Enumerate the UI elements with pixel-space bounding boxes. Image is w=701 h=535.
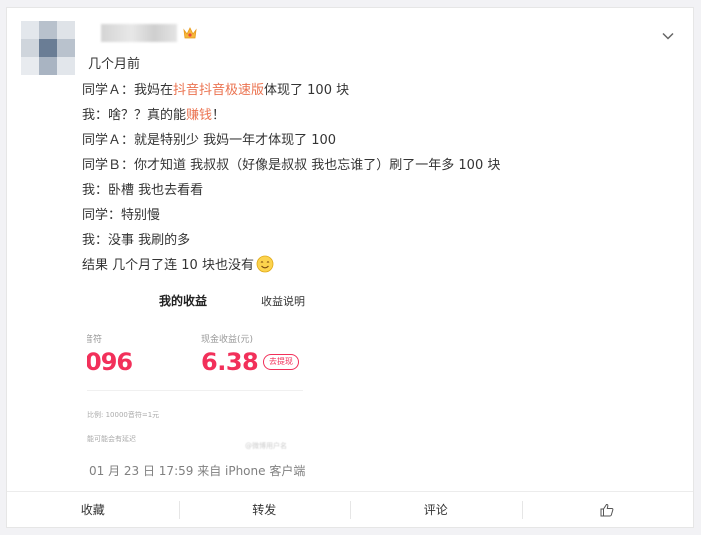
post-text-span: ！ [212, 108, 226, 123]
divider [87, 390, 303, 391]
post-meta[interactable]: 01 月 23 日 17:59 来自 iPhone 客户端 [89, 462, 305, 479]
post-text-span: 我：卧槽 我也去看看 [82, 183, 204, 198]
topic-link[interactable]: 抖音抖音极速版 [173, 83, 264, 98]
post-text-span: 同学Ｂ：你才知道 我叔叔（好像是叔叔 我也忘谁了）刷了一年多 100 块 [82, 158, 501, 173]
favorite-button[interactable]: 收藏 [7, 492, 179, 527]
post-line: 同学Ａ：就是特别少 我妈一年才体现了 100 [82, 128, 682, 153]
post-text-span: 同学Ａ：我妈在 [82, 83, 174, 98]
withdraw-pill: 去提现 [263, 354, 299, 370]
post-text-span: 同学Ａ：就是特别少 我妈一年才体现了 100 [82, 133, 337, 148]
post-text-span: 体现了 100 块 [264, 83, 350, 98]
post-line: 结果 几个月了连 10 块也没有 [82, 253, 682, 278]
action-label: 收藏 [80, 503, 105, 517]
thumbs-up-icon [600, 503, 614, 516]
exchange-rate-note: 比例: 10000音符=1元 [87, 411, 160, 419]
post-text: 同学Ａ：我妈在抖音抖音极速版体现了 100 块我：啥？？真的能赚钱！ 同学Ａ：就是… [82, 78, 682, 278]
crown-icon [183, 27, 197, 39]
post-text-span: 结果 几个月了连 10 块也没有 [82, 258, 254, 273]
topic-link[interactable]: 赚钱 [186, 108, 212, 123]
notes-label: 音符 [87, 335, 103, 345]
post-text-span: 我：没事 我刷的多 [82, 233, 191, 248]
smile-emoji [256, 255, 274, 273]
post-time-ago[interactable]: 几个月前 [88, 53, 140, 72]
weibo-post-card: 几个月前 同学Ａ：我妈在抖音抖音极速版体现了 100 块我：啥？？真的能赚钱！同… [6, 7, 694, 528]
chevron-down-icon[interactable] [661, 29, 675, 43]
username-blurred[interactable] [101, 24, 177, 42]
cash-earnings-value: 6.38 [201, 348, 259, 376]
post-line: 我：卧槽 我也去看看 [82, 178, 682, 203]
post-text-span: 我：啥？？真的能 [82, 108, 187, 123]
repost-button[interactable]: 转发 [178, 492, 351, 527]
avatar[interactable] [21, 21, 75, 75]
action-label: 评论 [423, 503, 448, 517]
post-line: 我：没事 我刷的多 [82, 228, 682, 253]
post-line: 同学Ａ：我妈在抖音抖音极速版体现了 100 块 [82, 78, 682, 103]
post-line: 同学Ｂ：你才知道 我叔叔（好像是叔叔 我也忘谁了）刷了一年多 100 块 [82, 153, 682, 178]
post-line: 我：啥？？真的能赚钱！ [82, 103, 682, 128]
tab-my-earnings: 我的收益 [159, 294, 208, 308]
comment-button[interactable]: 评论 [350, 492, 522, 527]
watermark: @微博用户名 [245, 442, 287, 450]
post-line: 同学：特别慢 [82, 203, 682, 228]
cash-earnings-label: 现金收益(元) [201, 335, 254, 345]
embedded-screenshot[interactable]: 我的收益 收益说明 音符 现金收益(元) 096 6.38 去提现 比例: 10… [87, 286, 311, 454]
action-label: 转发 [252, 503, 277, 517]
action-bar: 收藏 转发 评论 [7, 491, 693, 527]
notes-value: 096 [87, 348, 133, 376]
post-text-span: 同学：特别慢 [82, 208, 161, 223]
tab-earnings-info: 收益说明 [261, 295, 305, 308]
delay-note: 能可能会有延迟 [87, 435, 136, 443]
like-button[interactable] [521, 492, 694, 527]
